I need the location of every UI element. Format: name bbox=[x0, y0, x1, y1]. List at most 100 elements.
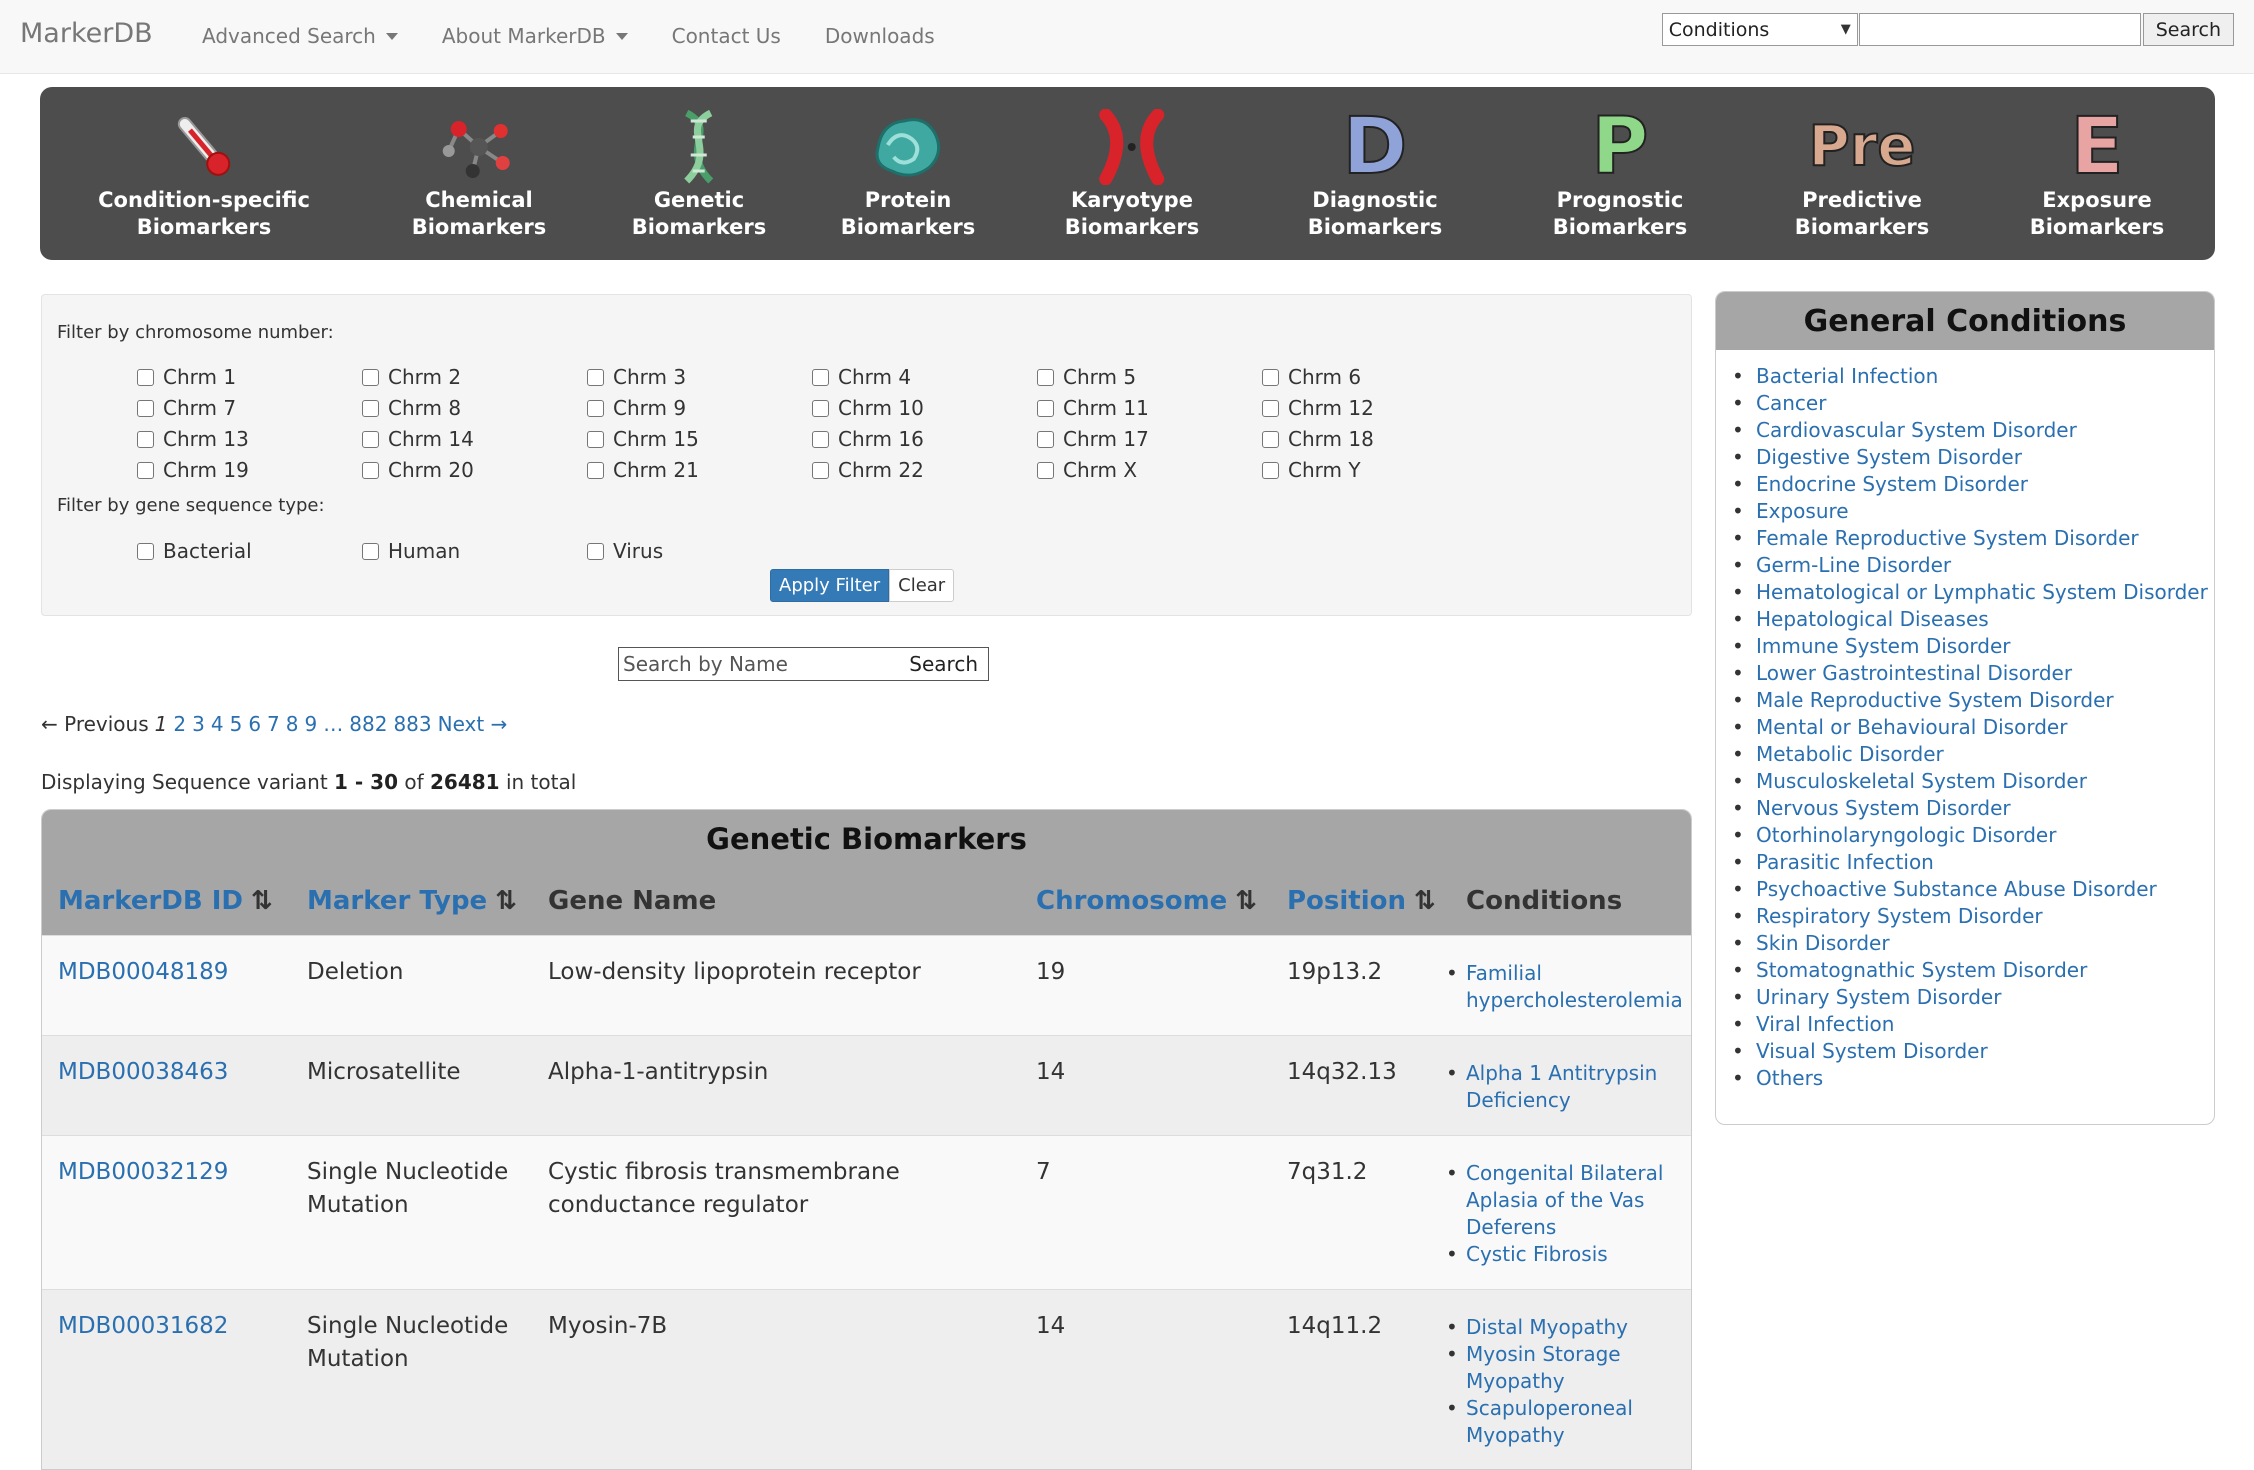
chromosome-checkbox[interactable]: Chrm 12 bbox=[1262, 396, 1374, 420]
checkbox-box[interactable] bbox=[587, 399, 604, 417]
condition-link[interactable]: Alpha 1 Antitrypsin Deficiency bbox=[1466, 1060, 1657, 1114]
chromosome-checkbox[interactable]: Chrm 20 bbox=[362, 458, 474, 482]
chromosome-checkbox[interactable]: Chrm 8 bbox=[362, 396, 461, 420]
search-button[interactable]: Search bbox=[2142, 13, 2234, 46]
search-category-select[interactable]: Conditions ▼ bbox=[1661, 13, 1858, 46]
sidebar-condition-link[interactable]: Endocrine System Disorder bbox=[1756, 471, 2028, 498]
sidebar-condition-link[interactable]: Visual System Disorder bbox=[1756, 1038, 1988, 1065]
pagination-page[interactable]: 882 bbox=[349, 712, 387, 736]
category-karyotype[interactable]: Karyotype Biomarkers bbox=[1065, 109, 1199, 241]
markerdb-id-link[interactable]: MDB00038463 bbox=[58, 1056, 228, 1089]
checkbox-box[interactable] bbox=[137, 368, 154, 386]
chromosome-checkbox[interactable]: Chrm Y bbox=[1262, 458, 1361, 482]
chromosome-checkbox[interactable]: Chrm 21 bbox=[587, 458, 699, 482]
pagination-page[interactable]: 9 bbox=[305, 712, 318, 736]
sidebar-condition-link[interactable]: Male Reproductive System Disorder bbox=[1756, 687, 2114, 714]
condition-link[interactable]: Distal Myopathy bbox=[1466, 1314, 1628, 1341]
checkbox-box[interactable] bbox=[587, 542, 604, 560]
column-header-position[interactable]: Position ⇅ bbox=[1287, 886, 1436, 916]
checkbox-box[interactable] bbox=[587, 461, 604, 479]
search-input[interactable] bbox=[1858, 13, 2141, 46]
checkbox-box[interactable] bbox=[1262, 399, 1279, 417]
sidebar-condition-link[interactable]: Exposure bbox=[1756, 498, 1849, 525]
apply-filter-button[interactable]: Apply Filter bbox=[770, 569, 890, 602]
pagination-page[interactable]: 2 bbox=[173, 712, 186, 736]
chromosome-checkbox[interactable]: Chrm 13 bbox=[137, 427, 249, 451]
chromosome-checkbox[interactable]: Chrm 22 bbox=[812, 458, 924, 482]
chromosome-checkbox[interactable]: Chrm 3 bbox=[587, 365, 686, 389]
sequence-type-checkbox[interactable]: Virus bbox=[587, 539, 663, 563]
checkbox-box[interactable] bbox=[137, 461, 154, 479]
column-header-marker-type[interactable]: Marker Type ⇅ bbox=[307, 886, 517, 916]
sidebar-condition-link[interactable]: Cancer bbox=[1756, 390, 1826, 417]
checkbox-box[interactable] bbox=[1037, 399, 1054, 417]
pagination-page[interactable]: 3 bbox=[192, 712, 205, 736]
checkbox-box[interactable] bbox=[1037, 461, 1054, 479]
pagination-page[interactable]: 7 bbox=[267, 712, 280, 736]
sidebar-condition-link[interactable]: Otorhinolaryngologic Disorder bbox=[1756, 822, 2056, 849]
column-header-markerdb-id[interactable]: MarkerDB ID ⇅ bbox=[58, 886, 273, 916]
checkbox-box[interactable] bbox=[1262, 461, 1279, 479]
column-header-chromosome[interactable]: Chromosome ⇅ bbox=[1036, 886, 1257, 916]
sidebar-condition-link[interactable]: Metabolic Disorder bbox=[1756, 741, 1944, 768]
checkbox-box[interactable] bbox=[362, 399, 379, 417]
markerdb-id-link[interactable]: MDB00032129 bbox=[58, 1156, 228, 1189]
chromosome-checkbox[interactable]: Chrm 2 bbox=[362, 365, 461, 389]
checkbox-box[interactable] bbox=[812, 368, 829, 386]
condition-link[interactable]: Scapuloperoneal Myopathy bbox=[1466, 1395, 1633, 1449]
checkbox-box[interactable] bbox=[362, 461, 379, 479]
search-by-name-button[interactable]: Search bbox=[909, 652, 988, 676]
sidebar-condition-link[interactable]: Respiratory System Disorder bbox=[1756, 903, 2043, 930]
sidebar-condition-link[interactable]: Parasitic Infection bbox=[1756, 849, 1934, 876]
chromosome-checkbox[interactable]: Chrm 9 bbox=[587, 396, 686, 420]
checkbox-box[interactable] bbox=[362, 430, 379, 448]
condition-link[interactable]: Cystic Fibrosis bbox=[1466, 1241, 1608, 1268]
sidebar-condition-link[interactable]: Others bbox=[1756, 1065, 1823, 1092]
checkbox-box[interactable] bbox=[812, 461, 829, 479]
nav-downloads[interactable]: Downloads bbox=[803, 24, 957, 48]
sidebar-condition-link[interactable]: Musculoskeletal System Disorder bbox=[1756, 768, 2087, 795]
checkbox-box[interactable] bbox=[362, 368, 379, 386]
sequence-type-checkbox[interactable]: Human bbox=[362, 539, 460, 563]
chromosome-checkbox[interactable]: Chrm X bbox=[1037, 458, 1137, 482]
checkbox-box[interactable] bbox=[362, 542, 379, 560]
category-genetic[interactable]: Genetic Biomarkers bbox=[632, 109, 766, 241]
sidebar-condition-link[interactable]: Hematological or Lymphatic System Disord… bbox=[1756, 579, 2208, 606]
category-prognostic[interactable]: P Prognostic Biomarkers bbox=[1553, 107, 1688, 241]
checkbox-box[interactable] bbox=[137, 399, 154, 417]
checkbox-box[interactable] bbox=[137, 542, 154, 560]
condition-link[interactable]: Myosin Storage Myopathy bbox=[1466, 1341, 1621, 1395]
clear-filter-button[interactable]: Clear bbox=[889, 569, 955, 602]
pagination-page[interactable]: 8 bbox=[286, 712, 299, 736]
condition-link[interactable]: Congenital Bilateral Aplasia of the Vas De… bbox=[1466, 1160, 1663, 1241]
category-diagnostic[interactable]: D Diagnostic Biomarkers bbox=[1308, 107, 1443, 241]
checkbox-box[interactable] bbox=[1262, 368, 1279, 386]
sidebar-condition-link[interactable]: Female Reproductive System Disorder bbox=[1756, 525, 2139, 552]
checkbox-box[interactable] bbox=[1262, 430, 1279, 448]
nav-about[interactable]: About MarkerDB bbox=[420, 24, 650, 48]
chromosome-checkbox[interactable]: Chrm 1 bbox=[137, 365, 236, 389]
brand-logo[interactable]: MarkerDB bbox=[20, 18, 153, 49]
sidebar-condition-link[interactable]: Cardiovascular System Disorder bbox=[1756, 417, 2077, 444]
sidebar-condition-link[interactable]: Bacterial Infection bbox=[1756, 363, 1938, 390]
chromosome-checkbox[interactable]: Chrm 6 bbox=[1262, 365, 1361, 389]
sidebar-condition-link[interactable]: Stomatognathic System Disorder bbox=[1756, 957, 2087, 984]
category-protein[interactable]: Protein Biomarkers bbox=[841, 109, 975, 241]
sidebar-condition-link[interactable]: Urinary System Disorder bbox=[1756, 984, 2001, 1011]
pagination-page[interactable]: 6 bbox=[248, 712, 261, 736]
sidebar-condition-link[interactable]: Nervous System Disorder bbox=[1756, 795, 2011, 822]
search-by-name-input[interactable]: Search by Name bbox=[619, 652, 909, 676]
pagination-page[interactable]: 4 bbox=[211, 712, 224, 736]
chromosome-checkbox[interactable]: Chrm 10 bbox=[812, 396, 924, 420]
checkbox-box[interactable] bbox=[137, 430, 154, 448]
pagination-next[interactable]: Next → bbox=[438, 712, 508, 736]
sidebar-condition-link[interactable]: Germ-Line Disorder bbox=[1756, 552, 1951, 579]
pagination-page[interactable]: 883 bbox=[393, 712, 431, 736]
chromosome-checkbox[interactable]: Chrm 4 bbox=[812, 365, 911, 389]
checkbox-box[interactable] bbox=[812, 399, 829, 417]
sidebar-condition-link[interactable]: Viral Infection bbox=[1756, 1011, 1894, 1038]
chromosome-checkbox[interactable]: Chrm 18 bbox=[1262, 427, 1374, 451]
markerdb-id-link[interactable]: MDB00048189 bbox=[58, 956, 228, 989]
chromosome-checkbox[interactable]: Chrm 17 bbox=[1037, 427, 1149, 451]
category-predictive[interactable]: Pre Predictive Biomarkers bbox=[1795, 109, 1930, 241]
